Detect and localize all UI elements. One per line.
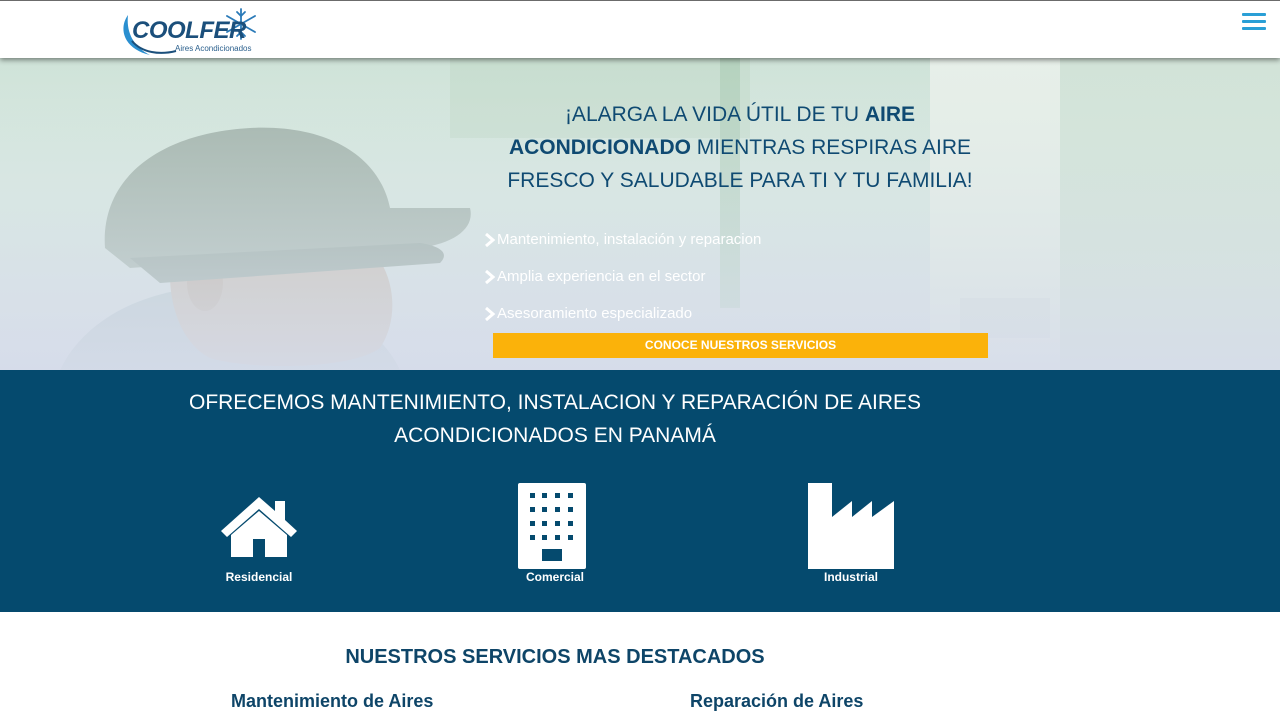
offer-title: OFRECEMOS MANTENIMIENTO, INSTALACION Y R…: [150, 386, 960, 452]
feature-list: Mantenimiento, instalación y reparacion …: [484, 221, 761, 332]
hamburger-menu-icon[interactable]: [1242, 13, 1266, 35]
category-industrial-label[interactable]: Industrial: [771, 570, 931, 584]
house-icon[interactable]: [219, 495, 299, 557]
logo-tagline: Aires Acondicionados: [175, 44, 252, 53]
site-header: COOLFER Aires Acondicionados: [0, 0, 1280, 58]
chevron-right-icon: [485, 232, 496, 247]
coolfer-logo[interactable]: COOLFER Aires Acondicionados: [120, 7, 270, 55]
category-residencial-label[interactable]: Residencial: [179, 570, 339, 584]
offer-title-line1: OFRECEMOS MANTENIMIENTO, INSTALACION Y R…: [188, 391, 922, 414]
chevron-right-icon: [485, 269, 496, 284]
category-comercial-label[interactable]: Comercial: [475, 570, 635, 584]
offer-title-line2: ACONDICIONADOS EN PANAMÁ: [394, 424, 716, 447]
feature-label: Asesoramiento especializado: [497, 305, 693, 322]
hero-headline: ¡ALARGA LA VIDA ÚTIL DE TU AIRE ACONDICI…: [480, 98, 1000, 197]
factory-icon[interactable]: [808, 483, 894, 569]
feature-label: Mantenimiento, instalación y reparacion: [497, 231, 762, 248]
offer-section: OFRECEMOS MANTENIMIENTO, INSTALACION Y R…: [0, 370, 1280, 612]
services-title: NUESTROS SERVICIOS MAS DESTACADOS: [345, 646, 765, 668]
services-cta-button[interactable]: CONOCE NUESTROS SERVICIOS: [493, 333, 988, 358]
logo-wordmark: COOLFER: [132, 17, 246, 44]
service-reparacion-link[interactable]: Reparación de Aires: [690, 691, 863, 712]
building-icon[interactable]: [518, 483, 586, 569]
hero-banner: ¡ALARGA LA VIDA ÚTIL DE TU AIRE ACONDICI…: [0, 58, 1280, 370]
feature-item: Amplia experiencia en el sector: [484, 258, 761, 295]
feature-label: Amplia experiencia en el sector: [497, 268, 706, 285]
chevron-right-icon: [485, 306, 496, 321]
hero-headline-pre: ¡ALARGA LA VIDA ÚTIL DE TU: [564, 103, 865, 126]
feature-item: Asesoramiento especializado: [484, 295, 761, 332]
service-mantenimiento-link[interactable]: Mantenimiento de Aires: [231, 691, 433, 712]
feature-item: Mantenimiento, instalación y reparacion: [484, 221, 761, 258]
